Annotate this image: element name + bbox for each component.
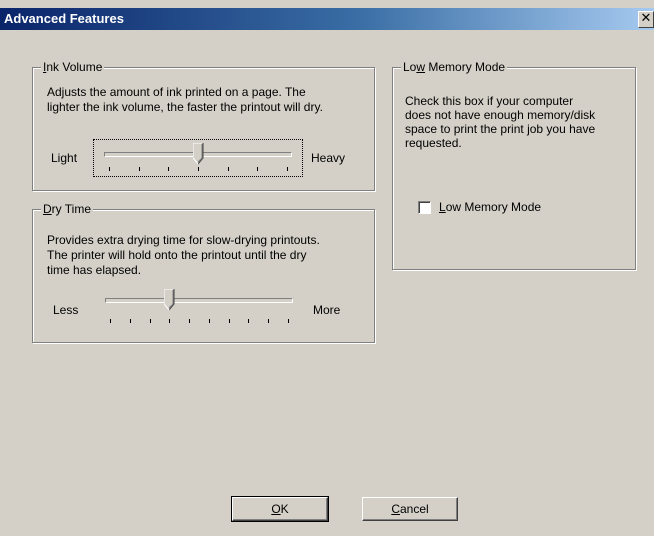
cancel-button-accel: C: [391, 502, 400, 516]
ok-button[interactable]: OK: [231, 496, 329, 522]
dry-time-max-label: More: [313, 303, 341, 317]
cancel-button-label: ancel: [399, 502, 429, 516]
slider-tick: [288, 319, 289, 323]
slider-tick: [248, 319, 249, 323]
dry-time-min-label: Less: [53, 303, 79, 317]
dry-time-thumb[interactable]: [164, 289, 175, 311]
ink-volume-slider[interactable]: [93, 139, 303, 177]
dry-time-description-line: The printer will hold onto the printout …: [47, 248, 307, 262]
slider-tick: [169, 319, 170, 323]
ink-volume-max-label: Heavy: [311, 151, 346, 165]
close-icon: ✕: [640, 11, 652, 26]
dialog-title: Advanced Features: [4, 11, 124, 26]
dry-time-description: Provides extra drying time for slow-dryi…: [47, 233, 320, 278]
ink-volume-min-label: Light: [51, 151, 78, 165]
ink-volume-description-line: Adjusts the amount of ink printed on a p…: [47, 85, 306, 99]
slider-tick: [109, 167, 110, 171]
ink-volume-thumb[interactable]: [193, 143, 204, 165]
slider-tick: [257, 167, 258, 171]
ink-volume-group: Ink Volume Adjusts the amount of ink pri…: [32, 60, 375, 191]
dry-time-legend: Dry Time: [41, 202, 94, 216]
advanced-features-dialog: Advanced Features ✕ Ink Volume Adjusts t…: [0, 0, 654, 536]
cancel-button[interactable]: Cancel: [362, 497, 458, 521]
dry-time-slider[interactable]: [95, 286, 303, 325]
slider-tick: [150, 319, 151, 323]
ink-volume-description-line: lighter the ink volume, the faster the p…: [47, 100, 323, 114]
title-bar[interactable]: Advanced Features ✕: [0, 8, 654, 30]
slider-tick: [198, 167, 199, 171]
ok-button-accel: O: [271, 502, 281, 516]
slider-tick: [189, 319, 190, 323]
ok-button-label: K: [280, 502, 289, 516]
dry-time-description-line: Provides extra drying time for slow-dryi…: [47, 233, 320, 247]
low-memory-description: Check this box if your computer does not…: [405, 94, 595, 150]
slider-tick: [287, 167, 288, 171]
slider-tick: [130, 319, 131, 323]
low-memory-mode-group: Low Memory Mode Check this box if your c…: [392, 60, 636, 270]
ink-volume-ticks: [109, 167, 288, 173]
low-memory-mode-legend: Low Memory Mode: [401, 60, 508, 74]
low-memory-mode-checkbox[interactable]: [418, 201, 431, 214]
low-memory-description-line: Check this box if your computer: [405, 94, 574, 108]
low-memory-mode-checkbox-label[interactable]: Low Memory Mode: [439, 200, 541, 214]
low-memory-description-line: space to print the print job you have: [405, 122, 596, 136]
slider-tick: [268, 319, 269, 323]
dry-time-description-line: time has elapsed.: [47, 263, 142, 277]
slider-tick: [110, 319, 111, 323]
slider-tick: [228, 167, 229, 171]
dry-time-track: [105, 298, 293, 303]
low-memory-description-line: requested.: [405, 136, 462, 150]
slider-tick: [209, 319, 210, 323]
dry-time-ticks: [110, 319, 289, 325]
ink-volume-legend: Ink Volume: [41, 60, 105, 74]
slider-tick: [168, 167, 169, 171]
low-memory-description-line: does not have enough memory/disk: [405, 108, 596, 122]
close-button[interactable]: ✕: [638, 11, 654, 28]
slider-tick: [139, 167, 140, 171]
dry-time-group: Dry Time Provides extra drying time for …: [32, 202, 375, 343]
slider-tick: [229, 319, 230, 323]
ink-volume-description: Adjusts the amount of ink printed on a p…: [47, 85, 323, 115]
